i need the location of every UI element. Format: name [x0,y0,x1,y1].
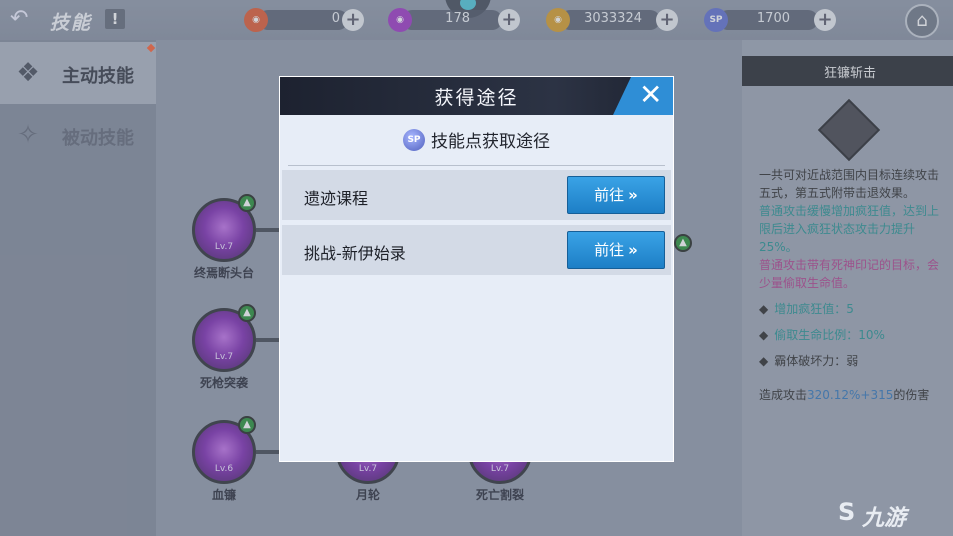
route-row: 遗迹课程 前往» [282,170,671,220]
double-chevron-icon: » [628,186,638,204]
acquire-route-dialog: 获得途径 ✕ SP 技能点获取途径 遗迹课程 前往» 挑战-新伊始录 前往» [279,76,674,462]
dialog-subheader: SP 技能点获取途径 [280,127,673,152]
route-row: 挑战-新伊始录 前往» [282,225,671,275]
double-chevron-icon: » [628,241,638,259]
dialog-title: 获得途径 [434,87,519,109]
divider [288,165,665,166]
sp-icon: SP [403,128,425,151]
go-button[interactable]: 前往» [567,231,665,269]
dialog-header: 获得途径 ✕ [280,77,673,115]
close-icon: ✕ [639,78,663,111]
watermark: 九游 [862,506,907,531]
dialog-subtitle: 技能点获取途径 [431,132,550,152]
go-button[interactable]: 前往» [567,176,665,214]
route-label: 遗迹课程 [304,189,369,208]
watermark-logo-icon: S [838,498,856,526]
route-label: 挑战-新伊始录 [304,244,406,263]
